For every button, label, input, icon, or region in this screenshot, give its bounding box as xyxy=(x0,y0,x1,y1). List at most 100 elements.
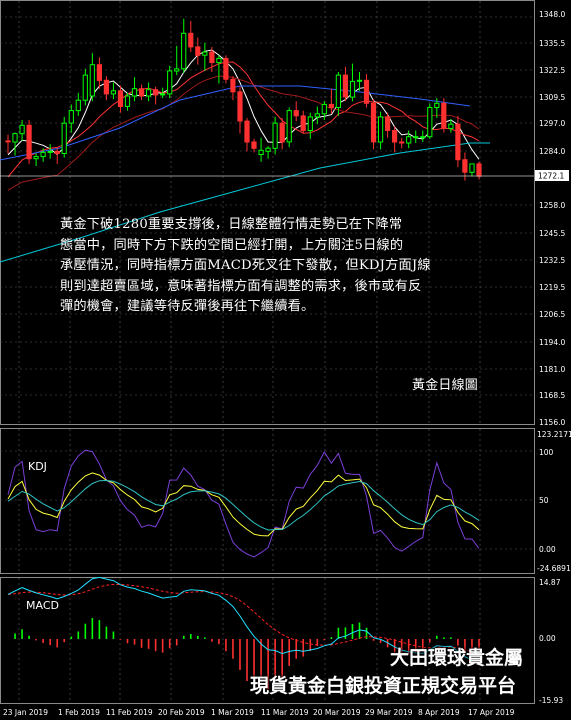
date-tick: 8 Apr 2019 xyxy=(418,708,460,717)
candle-body xyxy=(420,136,426,139)
price-tick: 1348.0 xyxy=(539,10,565,19)
chart-window: 1348.0 1335.5 1322.5 1309.5 1297.0 1284.… xyxy=(0,0,571,720)
candle-body xyxy=(216,57,222,64)
candle-body xyxy=(314,113,320,118)
candle-body xyxy=(448,123,454,129)
price-tick: 1181.0 xyxy=(539,365,565,374)
candle-body xyxy=(47,150,53,153)
candle-body xyxy=(167,70,173,95)
date-tick: 23 Jan 2019 xyxy=(3,708,48,717)
candle-body xyxy=(328,103,334,109)
candle-body xyxy=(342,74,348,98)
kdj-d-line xyxy=(7,479,480,531)
macd-tick: 14.87 xyxy=(539,578,561,587)
price-tick: 1206.5 xyxy=(539,310,565,319)
candle-body xyxy=(82,74,88,101)
candle-body xyxy=(75,99,81,112)
candle-body xyxy=(89,64,95,97)
date-tick: 29 Mar 2019 xyxy=(365,708,413,717)
candle-body xyxy=(237,91,243,122)
candle-body xyxy=(476,163,482,177)
candlesticks xyxy=(5,18,482,181)
price-tick: 1284.0 xyxy=(539,147,565,156)
candle-body xyxy=(188,32,194,48)
price-axis: 1348.0 1335.5 1322.5 1309.5 1297.0 1284.… xyxy=(535,10,569,427)
price-tick: 1232.5 xyxy=(539,256,565,265)
candle-body xyxy=(335,74,341,108)
candle-body xyxy=(146,89,152,97)
date-axis: 23 Jan 2019 1 Feb 2019 11 Feb 2019 20 Fe… xyxy=(3,708,515,717)
candle-body xyxy=(462,159,468,173)
kdj-tick: 0.00 xyxy=(539,545,556,554)
analysis-annotation: 黃金下破1280重要支撐後，日線整體行情走勢已在下降常 態當中，同時下方下跌的空… xyxy=(60,215,431,318)
candle-body xyxy=(434,102,440,109)
date-tick: 1 Feb 2019 xyxy=(58,708,100,717)
date-tick: 1 Mar 2019 xyxy=(211,708,254,717)
price-tick: 1322.5 xyxy=(539,66,565,75)
candle-body xyxy=(272,122,278,149)
candle-body xyxy=(251,141,257,149)
kdj-lines xyxy=(7,449,480,558)
candle-body xyxy=(349,80,356,98)
annotation-line: 則到達超賣區域，意味著指標方面有調整的需求，後市或有反 xyxy=(60,278,422,294)
candle-body xyxy=(321,103,327,115)
candle-body xyxy=(174,68,180,72)
price-tick: 1309.5 xyxy=(539,93,565,102)
kdj-tick: 100 xyxy=(539,448,554,457)
price-tick: 1245.5 xyxy=(539,229,565,238)
candle-body xyxy=(33,156,39,160)
candle-body xyxy=(40,151,46,158)
candle-body xyxy=(406,136,412,144)
candle-body xyxy=(61,122,67,154)
date-tick: 20 Feb 2019 xyxy=(158,708,205,717)
annotation-line: 黃金下破1280重要支撐後，日線整體行情走勢已在下降常 xyxy=(60,217,403,232)
candle-body xyxy=(370,102,377,143)
kdj-panel-frame xyxy=(0,428,535,574)
candle-body xyxy=(19,124,25,135)
candle-body xyxy=(441,102,447,129)
price-tick: 1258.0 xyxy=(539,201,565,210)
candle-body xyxy=(258,149,264,156)
candle-body xyxy=(300,115,306,132)
annotation-line: 承壓情況，同時指標方面MACD死叉往下發散，但KDJ方面J線 xyxy=(60,258,431,273)
watermark-slogan: 現貨黃金白銀投資正規交易平台 xyxy=(250,675,517,697)
annotation-line: 彈的機會，建議等待反彈後再往下繼續看。 xyxy=(60,299,315,314)
price-panel-frame xyxy=(0,0,535,425)
candle-body xyxy=(209,51,215,63)
candle-body xyxy=(378,116,384,143)
price-tick: 1168.5 xyxy=(539,391,565,400)
candle-body xyxy=(160,93,166,96)
candle-body xyxy=(153,89,159,96)
candle-body xyxy=(279,122,285,143)
candle-body xyxy=(103,79,110,95)
macd-tick: -15.93 xyxy=(539,696,563,705)
candle-body xyxy=(244,120,250,143)
price-tick: 1335.5 xyxy=(539,39,565,48)
date-tick: 20 Mar 2019 xyxy=(313,708,361,717)
candle-body xyxy=(385,116,391,132)
candle-body xyxy=(413,136,419,139)
candle-body xyxy=(307,116,313,132)
macd-label: MACD xyxy=(26,599,59,612)
kdj-k-line xyxy=(7,472,480,537)
kdj-j-line xyxy=(7,449,480,558)
candle-body xyxy=(427,107,433,138)
candle-body xyxy=(356,79,363,82)
price-tick: 1297.0 xyxy=(539,119,565,128)
candle-body xyxy=(293,110,299,117)
watermark-company: 大田環球貴金屬 xyxy=(390,647,524,669)
candle-body xyxy=(26,124,32,160)
candle-body xyxy=(392,130,398,143)
date-tick: 11 Mar 2019 xyxy=(261,708,309,717)
price-tick: 1156.0 xyxy=(539,418,565,427)
candle-body xyxy=(124,95,131,107)
candle-body xyxy=(399,141,405,144)
chart-svg: 1348.0 1335.5 1322.5 1309.5 1297.0 1284.… xyxy=(0,0,571,717)
candle-body xyxy=(5,140,11,143)
candle-body xyxy=(139,88,145,97)
date-tick: 11 Feb 2019 xyxy=(106,708,153,717)
kdj-tick: 50 xyxy=(539,496,549,505)
candle-body xyxy=(286,110,292,143)
chart-caption: 黃金日線圖 xyxy=(412,378,479,393)
candle-body xyxy=(202,51,208,56)
